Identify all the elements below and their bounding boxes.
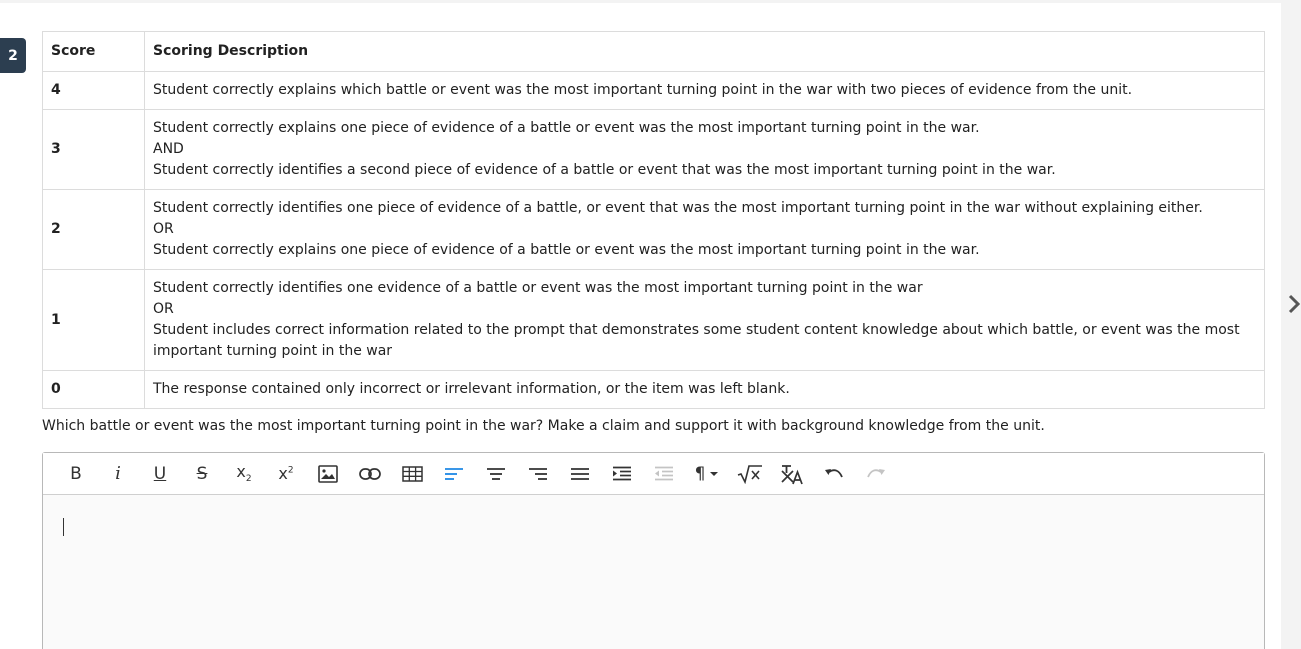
description-cell: Student correctly explains one piece of … <box>144 109 1265 190</box>
description-cell: Student correctly identifies one evidenc… <box>144 269 1265 371</box>
description-line: Student correctly identifies a second pi… <box>153 162 1056 178</box>
table-row: 1 Student correctly identifies one evide… <box>42 269 1265 371</box>
strikethrough-icon: S <box>196 463 208 484</box>
redo-icon <box>867 468 885 477</box>
next-question-button[interactable] <box>1287 292 1301 316</box>
underline-button[interactable]: U <box>139 457 181 491</box>
image-icon <box>318 464 338 483</box>
insert-image-button[interactable] <box>307 457 349 491</box>
indent-icon <box>613 466 631 480</box>
link-icon <box>359 467 381 480</box>
align-left-icon <box>445 467 463 480</box>
bold-icon: B <box>70 463 82 484</box>
superscript-icon: x2 <box>278 464 294 483</box>
score-cell: 3 <box>42 109 145 190</box>
question-number-badge: 2 <box>0 38 26 73</box>
description-line: OR <box>153 301 174 317</box>
chevron-right-icon <box>1288 294 1300 314</box>
score-column-header: Score <box>42 31 145 72</box>
description-line: Student correctly explains which battle … <box>153 82 1133 98</box>
description-line: Student correctly explains one piece of … <box>153 242 980 258</box>
redo-button[interactable] <box>855 457 897 491</box>
paragraph-icon: ¶ <box>694 463 706 484</box>
caret-down-icon <box>710 471 719 476</box>
clear-formatting-button[interactable] <box>771 457 813 491</box>
question-prompt: Which battle or event was the most impor… <box>42 418 1045 434</box>
description-cell: The response contained only incorrect or… <box>144 370 1265 409</box>
table-icon <box>401 465 423 482</box>
align-justify-icon <box>571 467 589 480</box>
underline-icon: U <box>153 463 167 484</box>
insert-link-button[interactable] <box>349 457 391 491</box>
bold-button[interactable]: B <box>55 457 97 491</box>
superscript-button[interactable]: x2 <box>265 457 307 491</box>
description-cell: Student correctly explains which battle … <box>144 71 1265 110</box>
table-row: 3 Student correctly explains one piece o… <box>42 109 1265 190</box>
strikethrough-button[interactable]: S <box>181 457 223 491</box>
align-justify-button[interactable] <box>559 457 601 491</box>
indent-button[interactable] <box>601 457 643 491</box>
score-cell: 1 <box>42 269 145 371</box>
table-row: 4 Student correctly explains which battl… <box>42 71 1265 110</box>
align-right-button[interactable] <box>517 457 559 491</box>
score-cell: 0 <box>42 370 145 409</box>
undo-button[interactable] <box>813 457 855 491</box>
text-cursor <box>63 518 64 536</box>
outdent-icon <box>655 466 673 480</box>
description-line: Student correctly explains one piece of … <box>153 120 980 136</box>
align-center-button[interactable] <box>475 457 517 491</box>
align-right-icon <box>529 467 547 480</box>
paragraph-format-dropdown[interactable]: ¶ <box>685 457 729 491</box>
description-line: Student includes correct information rel… <box>153 322 1240 359</box>
table-row: 2 Student correctly identifies one piece… <box>42 189 1265 270</box>
undo-icon <box>825 468 843 477</box>
description-line: OR <box>153 221 174 237</box>
description-cell: Student correctly identifies one piece o… <box>144 189 1265 270</box>
description-line: AND <box>153 141 184 157</box>
rubric-header-row: Score Scoring Description <box>42 31 1265 72</box>
italic-button[interactable]: i <box>97 457 139 491</box>
subscript-button[interactable]: x2 <box>223 457 265 491</box>
clear-format-icon <box>781 464 803 484</box>
response-text-area[interactable] <box>43 495 1264 649</box>
score-cell: 2 <box>42 189 145 270</box>
math-equation-button[interactable] <box>729 457 771 491</box>
response-editor: B i U S x2 x2 ¶ <box>42 452 1265 649</box>
description-line: The response contained only incorrect or… <box>153 381 790 397</box>
outdent-button[interactable] <box>643 457 685 491</box>
align-center-icon <box>487 467 505 480</box>
table-row: 0 The response contained only incorrect … <box>42 370 1265 409</box>
description-column-header: Scoring Description <box>144 31 1265 72</box>
score-cell: 4 <box>42 71 145 110</box>
subscript-icon: x2 <box>236 462 252 485</box>
editor-toolbar: B i U S x2 x2 ¶ <box>43 453 1264 495</box>
description-line: Student correctly identifies one piece o… <box>153 200 1203 216</box>
insert-table-button[interactable] <box>391 457 433 491</box>
align-left-button[interactable] <box>433 457 475 491</box>
description-line: Student correctly identifies one evidenc… <box>153 280 923 296</box>
italic-icon: i <box>115 463 121 484</box>
square-root-icon <box>737 464 762 484</box>
scoring-rubric-table: Score Scoring Description 4 Student corr… <box>42 31 1265 409</box>
